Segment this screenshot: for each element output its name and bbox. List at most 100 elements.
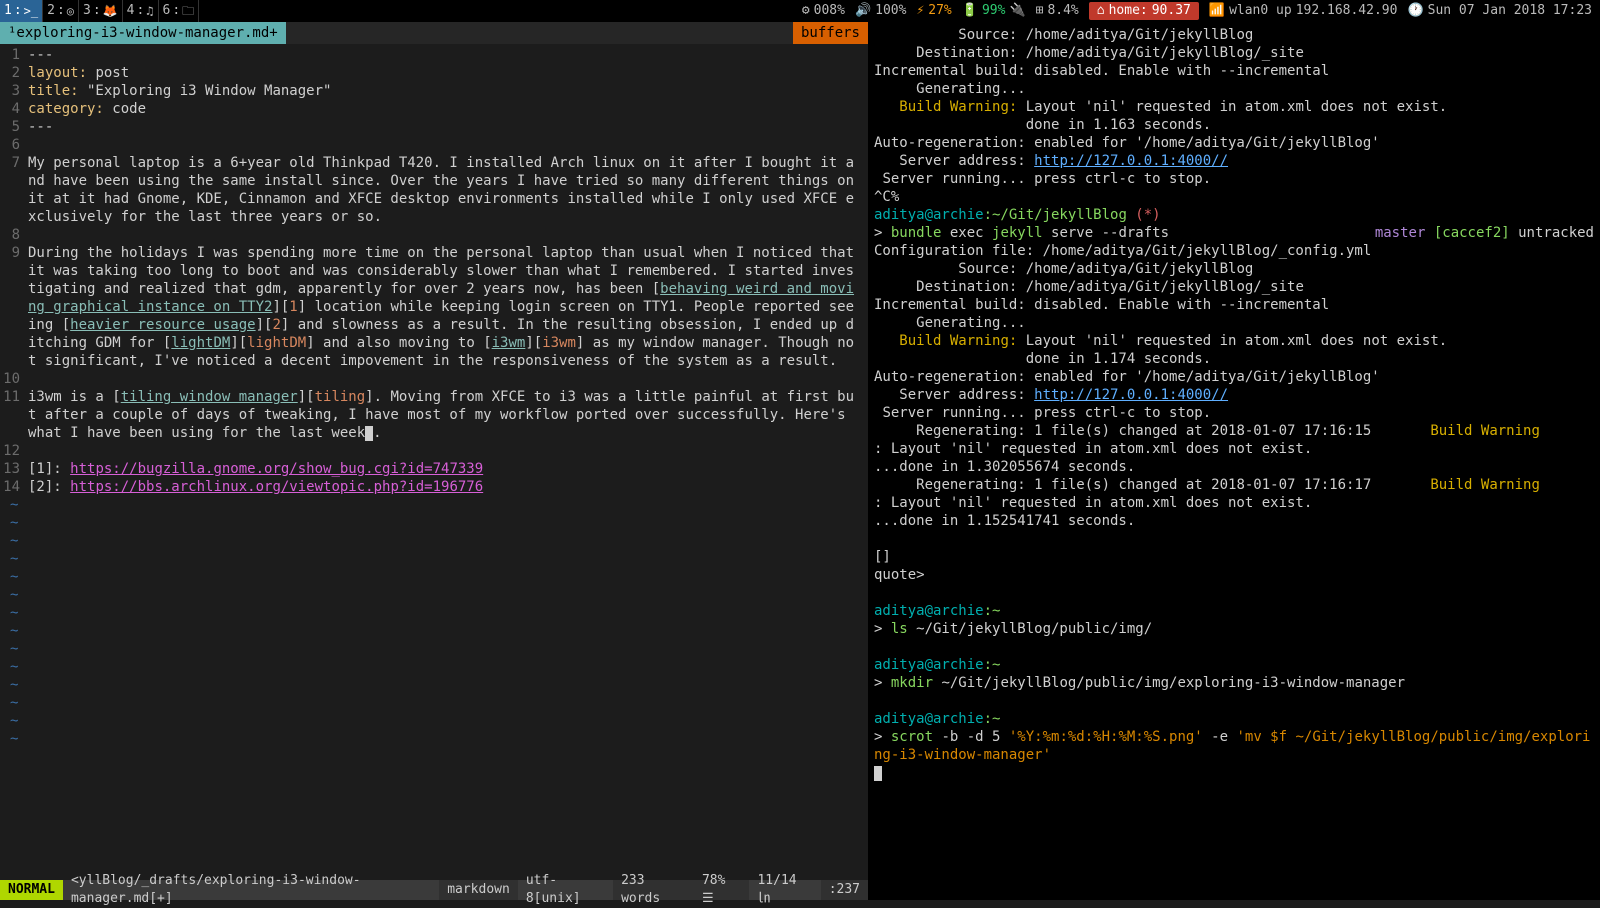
cpu-status: ⚙008% bbox=[802, 2, 845, 20]
term-output: Server address: http://127.0.0.1:4000// bbox=[874, 152, 1594, 170]
term-output: Server address: http://127.0.0.1:4000// bbox=[874, 386, 1594, 404]
line-number: 2 bbox=[0, 64, 28, 82]
line-number: 11 bbox=[0, 388, 28, 442]
empty-line-tilde: ~ bbox=[0, 550, 868, 568]
term-output: Auto-regeneration: enabled for '/home/ad… bbox=[874, 368, 1594, 386]
term-output: [] bbox=[874, 548, 1594, 566]
empty-line-tilde: ~ bbox=[0, 496, 868, 514]
line-number: 1 bbox=[0, 46, 28, 64]
vim-encoding: utf-8[unix] bbox=[518, 880, 613, 900]
speaker-icon: 🔊 bbox=[855, 2, 871, 20]
status-right: ⚙008% 🔊100% ⚡27% 🔋99% 🔌 ⊞8.4% ⌂home: 90.… bbox=[802, 2, 1600, 20]
clock-icon: 🕐 bbox=[1407, 2, 1423, 20]
wifi-status: 📶wlan0 up 192.168.42.90 bbox=[1209, 2, 1398, 20]
music-icon: ♫ bbox=[146, 2, 153, 20]
line-number: 6 bbox=[0, 136, 28, 154]
empty-line-tilde: ~ bbox=[0, 712, 868, 730]
term-command: > ls ~/Git/jekyllBlog/public/img/ bbox=[874, 620, 1594, 638]
home-disk-status: ⌂home: 90.37 bbox=[1089, 2, 1199, 20]
empty-line-tilde: ~ bbox=[0, 640, 868, 658]
term-output: Incremental build: disabled. Enable with… bbox=[874, 296, 1594, 314]
folder-icon: 🗀 bbox=[182, 2, 194, 20]
workspace-4[interactable]: 4:♫ bbox=[123, 0, 159, 22]
term-prompt: aditya@archie:~ bbox=[874, 710, 1594, 728]
term-output: Build Warning: Layout 'nil' requested in… bbox=[874, 98, 1594, 116]
terminal-icon: >_ bbox=[24, 2, 38, 20]
term-output: Auto-regeneration: enabled for '/home/ad… bbox=[874, 134, 1594, 152]
term-output: done in 1.163 seconds. bbox=[874, 116, 1594, 134]
line-number: 14 bbox=[0, 478, 28, 496]
term-output: Incremental build: disabled. Enable with… bbox=[874, 62, 1594, 80]
line-number: 10 bbox=[0, 370, 28, 388]
workspace-6[interactable]: 6:🗀 bbox=[159, 0, 200, 22]
line-number: 5 bbox=[0, 118, 28, 136]
vim-percent: 78% ☰ bbox=[694, 880, 750, 900]
editor-body[interactable]: 1--- 2layout: post 3title: "Exploring i3… bbox=[0, 44, 868, 750]
wifi-icon: 📶 bbox=[1209, 2, 1225, 20]
term-output: ^C% bbox=[874, 188, 1594, 206]
workspace-1[interactable]: 1:>_ bbox=[0, 0, 43, 22]
vim-column: :237 bbox=[821, 880, 868, 900]
term-prompt: aditya@archie:~ bbox=[874, 602, 1594, 620]
clock-status: 🕐Sun 07 Jan 2018 17:23 bbox=[1407, 2, 1592, 20]
term-output: Generating... bbox=[874, 314, 1594, 332]
term-output: Destination: /home/aditya/Git/jekyllBlog… bbox=[874, 278, 1594, 296]
vim-editor-pane[interactable]: ¹exploring-i3-window-manager.md+ buffers… bbox=[0, 22, 868, 900]
term-output: Configuration file: /home/aditya/Git/jek… bbox=[874, 242, 1594, 260]
terminal-pane[interactable]: Source: /home/aditya/Git/jekyllBlog Dest… bbox=[868, 22, 1600, 900]
line-number: 8 bbox=[0, 226, 28, 244]
term-output: Server running... press ctrl-c to stop. bbox=[874, 170, 1594, 188]
firefox-icon: 🦊 bbox=[103, 2, 118, 20]
empty-line-tilde: ~ bbox=[0, 694, 868, 712]
term-output: Generating... bbox=[874, 80, 1594, 98]
vim-tabline: ¹exploring-i3-window-manager.md+ buffers bbox=[0, 22, 868, 44]
chip-icon: ⊞ bbox=[1036, 2, 1044, 20]
load-status: ⊞8.4% bbox=[1036, 2, 1079, 20]
empty-line-tilde: ~ bbox=[0, 658, 868, 676]
battery-status: 🔋99% 🔌 bbox=[962, 2, 1026, 20]
term-output: Build Warning: Layout 'nil' requested in… bbox=[874, 332, 1594, 350]
vim-filetype: markdown bbox=[439, 880, 518, 900]
workspace-2[interactable]: 2:◎ bbox=[43, 0, 79, 22]
term-output: : Layout 'nil' requested in atom.xml doe… bbox=[874, 494, 1594, 512]
term-output bbox=[874, 692, 1594, 710]
vim-mode: NORMAL bbox=[0, 880, 63, 900]
battery-icon: 🔋 bbox=[962, 2, 978, 20]
empty-line-tilde: ~ bbox=[0, 730, 868, 748]
term-output: Source: /home/aditya/Git/jekyllBlog bbox=[874, 26, 1594, 44]
chrome-icon: ◎ bbox=[67, 2, 74, 20]
term-cursor-line bbox=[874, 764, 1594, 782]
term-command: > scrot -b -d 5 '%Y:%m:%d:%H:%M:%S.png' … bbox=[874, 728, 1594, 764]
empty-line-tilde: ~ bbox=[0, 586, 868, 604]
term-output: ...done in 1.302055674 seconds. bbox=[874, 458, 1594, 476]
line-number: 9 bbox=[0, 244, 28, 370]
brightness-status: ⚡27% bbox=[916, 2, 951, 20]
vim-position: 11/14 ㏑ bbox=[749, 880, 820, 900]
term-output bbox=[874, 530, 1594, 548]
empty-line-tilde: ~ bbox=[0, 532, 868, 550]
term-output bbox=[874, 638, 1594, 656]
vim-filename: <yllBlog/_drafts/exploring-i3-window-man… bbox=[63, 880, 439, 900]
term-output: ...done in 1.152541741 seconds. bbox=[874, 512, 1594, 530]
workspace-3[interactable]: 3:🦊 bbox=[79, 0, 123, 22]
vim-wordcount: 233 words bbox=[613, 880, 694, 900]
term-output: : Layout 'nil' requested in atom.xml doe… bbox=[874, 440, 1594, 458]
volume-status: 🔊100% bbox=[855, 2, 907, 20]
term-output: Server running... press ctrl-c to stop. bbox=[874, 404, 1594, 422]
empty-line-tilde: ~ bbox=[0, 622, 868, 640]
bolt-icon: ⚡ bbox=[916, 2, 924, 20]
empty-line-tilde: ~ bbox=[0, 604, 868, 622]
line-number: 3 bbox=[0, 82, 28, 100]
empty-line-tilde: ~ bbox=[0, 568, 868, 586]
vim-tab-active[interactable]: ¹exploring-i3-window-manager.md+ bbox=[0, 22, 286, 44]
line-number: 12 bbox=[0, 442, 28, 460]
empty-line-tilde: ~ bbox=[0, 676, 868, 694]
term-output: quote> bbox=[874, 566, 1594, 584]
plug-icon: 🔌 bbox=[1009, 2, 1025, 20]
line-number: 7 bbox=[0, 154, 28, 226]
term-output: done in 1.174 seconds. bbox=[874, 350, 1594, 368]
term-output: Regenerating: 1 file(s) changed at 2018-… bbox=[874, 476, 1594, 494]
i3-status-bar: 1:>_ 2:◎ 3:🦊 4:♫ 6:🗀 ⚙008% 🔊100% ⚡27% 🔋9… bbox=[0, 0, 1600, 22]
empty-line-tilde: ~ bbox=[0, 514, 868, 532]
term-prompt: aditya@archie:~/Git/jekyllBlog (*) bbox=[874, 206, 1594, 224]
